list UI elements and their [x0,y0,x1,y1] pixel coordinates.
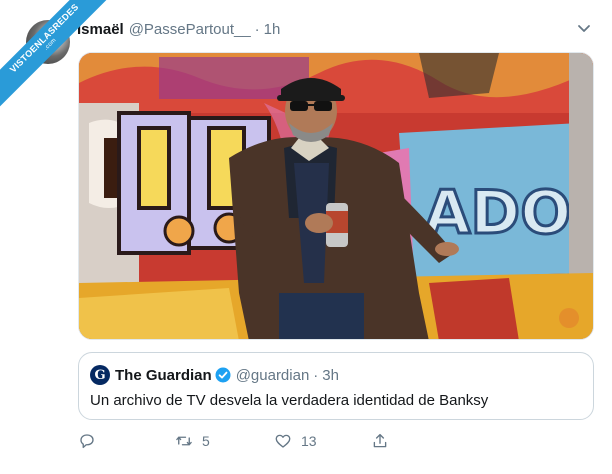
ribbon-text: VISTOENLASREDES [7,1,81,75]
chevron-down-icon[interactable] [574,18,594,38]
separator: · [254,20,260,38]
quoted-tweet-text: Un archivo de TV desvela la verdadera id… [90,392,489,409]
verified-icon [215,367,231,383]
retweet-icon [176,436,192,446]
svg-text:ADO: ADO [424,178,571,248]
like-button[interactable]: 13 [274,432,317,450]
like-icon [275,434,291,448]
tweet-card[interactable]: VISTOENLASREDES .com Ismaël @PassePartou… [0,0,612,474]
tweet-media-image[interactable]: ADO [78,52,594,340]
quoted-tweet-header: G The Guardian @guardian · 3h [90,365,339,385]
reply-button[interactable] [78,432,105,450]
separator: · [313,366,319,384]
tweet-actions: 5 13 [78,432,408,456]
quoted-tweet-time[interactable]: 3h [322,367,339,384]
quoted-author-handle[interactable]: @guardian [236,367,310,384]
watermark-ribbon: VISTOENLASREDES .com [0,0,130,130]
guardian-logo[interactable]: G [90,365,110,385]
retweet-count: 5 [202,433,210,449]
tweet-time[interactable]: 1h [264,21,281,38]
media-illustration: ADO [79,53,593,339]
share-button[interactable] [371,432,389,450]
quoted-tweet[interactable]: G The Guardian @guardian · 3h Un archivo… [78,352,594,420]
retweet-button[interactable]: 5 [175,432,210,450]
quoted-author-name[interactable]: The Guardian [115,367,212,384]
like-count: 13 [301,433,317,449]
share-icon [373,433,387,448]
reply-icon [80,434,94,449]
author-handle[interactable]: @PassePartout__ [129,21,251,38]
